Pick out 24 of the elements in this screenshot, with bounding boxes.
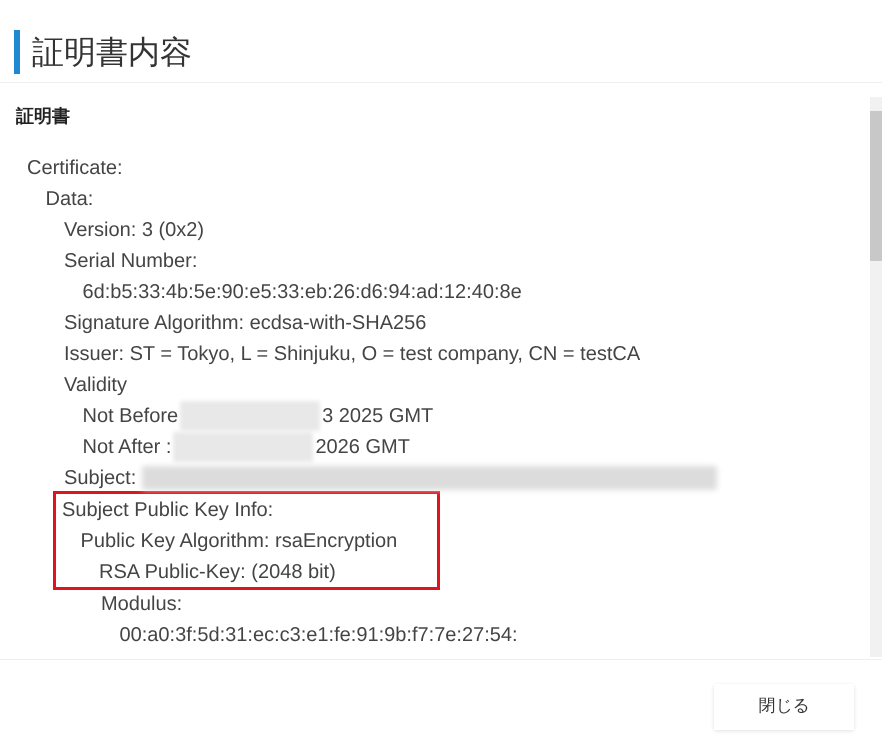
close-button[interactable]: 閉じる bbox=[714, 684, 854, 730]
certificate-text: Not After : bbox=[82, 434, 172, 460]
section-heading: 証明書 bbox=[16, 105, 71, 129]
scrollbar[interactable] bbox=[870, 97, 882, 657]
certificate-text: Modulus: bbox=[101, 592, 182, 616]
certificate-text: Certificate: bbox=[27, 156, 123, 180]
certificate-text: Signature Algorithm: ecdsa-with-SHA256 bbox=[64, 310, 426, 336]
certificate-text: Issuer: ST = Tokyo, L = Shinjuku, O = test company, CN = testCA bbox=[64, 342, 640, 366]
scrollbar-thumb[interactable] bbox=[870, 111, 882, 261]
certificate-text: RSA Public-Key: (2048 bit) bbox=[99, 560, 336, 584]
dialog-title: 証明書内容 bbox=[32, 36, 192, 68]
certificate-text: Subject Public Key Info: bbox=[62, 498, 274, 522]
certificate-text: Public Key Algorithm: rsaEncryption bbox=[80, 528, 398, 554]
certificate-text: Subject: bbox=[64, 466, 136, 490]
certificate-text: Not Before bbox=[82, 404, 178, 428]
certificate-text: 6d:b5:33:4b:5e:90:e5:33:eb:26:d6:94:ad:12:40:8e bbox=[82, 280, 522, 304]
certificate-text: Data: bbox=[46, 186, 94, 212]
title-accent-bar bbox=[14, 30, 20, 74]
certificate-text: 2026 GMT bbox=[315, 434, 410, 460]
certificate-text: 3 2025 GMT bbox=[322, 404, 434, 428]
certificate-text: 00:a0:3f:5d:31:ec:c3:e1:fe:91:9b:f7:7e:27:54: bbox=[120, 622, 518, 648]
certificate-text: Validity bbox=[64, 372, 127, 398]
certificate-text: Version: 3 (0x2) bbox=[64, 218, 204, 242]
certificate-text: Serial Number: bbox=[64, 248, 198, 274]
